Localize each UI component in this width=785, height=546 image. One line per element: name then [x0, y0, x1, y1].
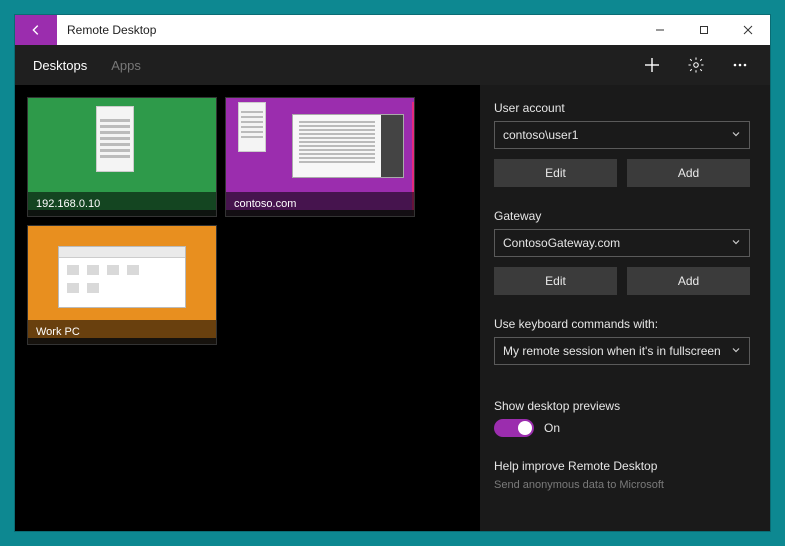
desktop-tile-label: contoso.com	[226, 192, 414, 216]
user-account-select[interactable]: contoso\user1	[494, 121, 750, 149]
tab-desktops[interactable]: Desktops	[33, 48, 87, 83]
settings-pane: User account contoso\user1 Edit Add Gate…	[480, 85, 770, 531]
close-icon	[743, 25, 753, 35]
tab-strip: Desktops Apps	[33, 48, 141, 83]
gateway-add-button[interactable]: Add	[627, 267, 750, 295]
chevron-down-icon	[731, 344, 741, 358]
settings-button[interactable]	[684, 53, 708, 77]
keyboard-select[interactable]: My remote session when it's in fullscree…	[494, 337, 750, 365]
chevron-down-icon	[731, 128, 741, 142]
arrow-left-icon	[29, 23, 43, 37]
desktop-tile-label: 192.168.0.10	[28, 192, 216, 216]
titlebar: Remote Desktop	[15, 15, 770, 45]
gateway-edit-button[interactable]: Edit	[494, 267, 617, 295]
desktop-tile[interactable]: Work PC	[27, 225, 217, 345]
gateway-value: ContosoGateway.com	[503, 236, 620, 250]
window-controls	[638, 15, 770, 45]
back-button[interactable]	[15, 15, 57, 45]
close-button[interactable]	[726, 15, 770, 45]
desktops-grid: 192.168.0.10 contoso.com Work PC	[15, 85, 480, 531]
app-window: Remote Desktop Desktops Apps	[15, 15, 770, 531]
tab-apps[interactable]: Apps	[111, 48, 141, 83]
user-account-label: User account	[494, 101, 750, 115]
minimize-button[interactable]	[638, 15, 682, 45]
add-button[interactable]	[640, 53, 664, 77]
minimize-icon	[655, 25, 665, 35]
desktop-tile-label: Work PC	[28, 320, 216, 344]
previews-label: Show desktop previews	[494, 399, 750, 413]
desktop-tile[interactable]: 192.168.0.10	[27, 97, 217, 217]
app-title: Remote Desktop	[57, 15, 638, 45]
section-previews: Show desktop previews On	[494, 399, 750, 437]
plus-icon	[643, 56, 661, 74]
section-telemetry: Help improve Remote Desktop Send anonymo…	[494, 459, 750, 491]
previews-state: On	[544, 421, 560, 435]
keyboard-value: My remote session when it's in fullscree…	[503, 344, 721, 358]
gear-icon	[687, 56, 705, 74]
section-user-account: User account contoso\user1 Edit Add	[494, 101, 750, 187]
body: 192.168.0.10 contoso.com Work PC User ac…	[15, 85, 770, 531]
previews-toggle[interactable]	[494, 419, 534, 437]
user-account-add-button[interactable]: Add	[627, 159, 750, 187]
section-gateway: Gateway ContosoGateway.com Edit Add	[494, 209, 750, 295]
telemetry-label: Help improve Remote Desktop	[494, 459, 750, 473]
desktop-tile[interactable]: contoso.com	[225, 97, 415, 217]
more-button[interactable]	[728, 53, 752, 77]
thumbnail-content	[96, 106, 134, 172]
user-account-edit-button[interactable]: Edit	[494, 159, 617, 187]
thumbnail-content	[58, 246, 186, 308]
gateway-label: Gateway	[494, 209, 750, 223]
section-keyboard: Use keyboard commands with: My remote se…	[494, 317, 750, 365]
header-actions	[640, 53, 760, 77]
header-bar: Desktops Apps	[15, 45, 770, 85]
gateway-select[interactable]: ContosoGateway.com	[494, 229, 750, 257]
maximize-button[interactable]	[682, 15, 726, 45]
thumbnail-content	[292, 114, 404, 178]
keyboard-label: Use keyboard commands with:	[494, 317, 750, 331]
chevron-down-icon	[731, 236, 741, 250]
telemetry-subtext: Send anonymous data to Microsoft	[494, 479, 750, 491]
thumbnail-content	[238, 102, 266, 152]
user-account-value: contoso\user1	[503, 128, 578, 142]
more-icon	[731, 56, 749, 74]
maximize-icon	[699, 25, 709, 35]
